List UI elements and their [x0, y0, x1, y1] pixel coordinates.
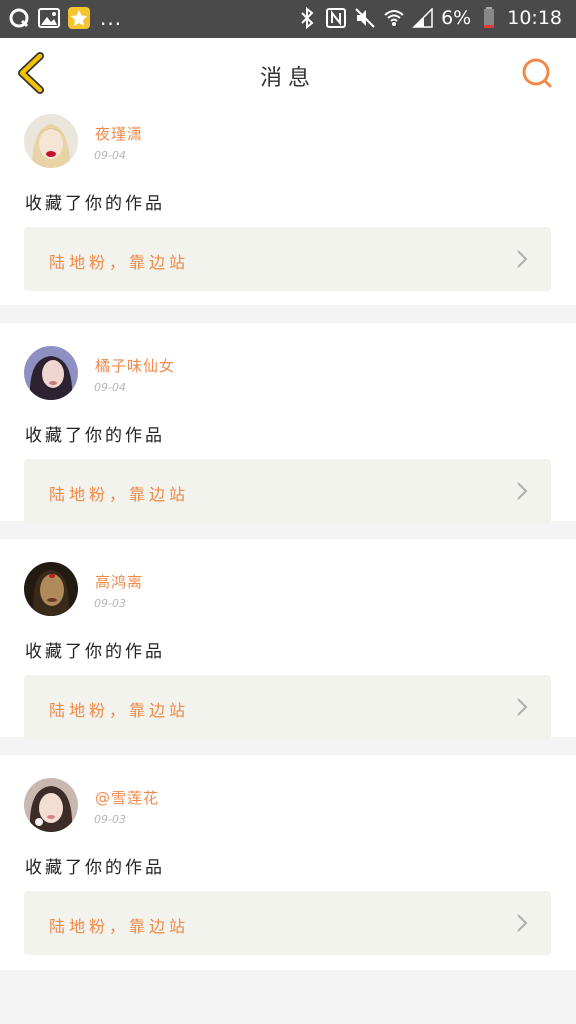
status-left: ... — [8, 7, 122, 29]
work-title: 陆地粉，靠边站 — [49, 253, 190, 272]
message-card: 橘子味仙女 09-04 收藏了你的作品 陆地粉，靠边站 — [0, 323, 576, 523]
message-card: 夜瑾潇 09-04 收藏了你的作品 陆地粉，靠边站 — [0, 107, 576, 305]
avatar[interactable] — [24, 778, 78, 832]
message-date: 09-04 — [94, 149, 126, 162]
work-link[interactable]: 陆地粉，靠边站 — [24, 891, 551, 955]
chevron-right-icon — [517, 698, 528, 716]
top-navigation-bar: 消息 — [0, 38, 576, 108]
work-link[interactable]: 陆地粉，靠边站 — [24, 675, 551, 739]
search-button[interactable] — [520, 56, 554, 90]
username[interactable]: 高鸿离 — [95, 571, 143, 592]
message-date: 09-04 — [94, 381, 126, 394]
action-text: 收藏了你的作品 — [25, 642, 165, 662]
search-icon — [522, 58, 552, 88]
action-text: 收藏了你的作品 — [25, 858, 165, 878]
action-text: 收藏了你的作品 — [25, 426, 165, 446]
nfc-icon — [325, 7, 347, 29]
message-list: 夜瑾潇 09-04 收藏了你的作品 陆地粉，靠边站 橘子味仙女 09-04 收藏… — [0, 107, 576, 970]
avatar[interactable] — [24, 562, 78, 616]
message-card: 高鸿离 09-03 收藏了你的作品 陆地粉，靠边站 — [0, 539, 576, 739]
app-star-notification-icon — [68, 7, 90, 29]
battery-icon — [478, 7, 500, 29]
more-notifications-indicator: ... — [100, 6, 123, 30]
action-text: 收藏了你的作品 — [25, 194, 165, 214]
mute-icon — [354, 7, 376, 29]
divider — [0, 521, 576, 539]
username[interactable]: @雪莲花 — [95, 787, 159, 808]
work-link[interactable]: 陆地粉，靠边站 — [24, 459, 551, 523]
chevron-right-icon — [517, 250, 528, 268]
page-title: 消息 — [259, 66, 316, 91]
message-card: @雪莲花 09-03 收藏了你的作品 陆地粉，靠边站 — [0, 755, 576, 970]
username[interactable]: 橘子味仙女 — [95, 355, 175, 376]
signal-icon — [412, 7, 434, 29]
avatar[interactable] — [24, 346, 78, 400]
username[interactable]: 夜瑾潇 — [95, 123, 143, 144]
work-title: 陆地粉，靠边站 — [49, 701, 190, 720]
avatar[interactable] — [24, 114, 78, 168]
status-right: 6% 10:18 — [296, 7, 562, 29]
status-bar: ... 6% 10:18 — [0, 0, 576, 38]
clock: 10:18 — [507, 7, 562, 29]
message-date: 09-03 — [94, 813, 126, 826]
wifi-icon — [383, 7, 405, 29]
message-date: 09-03 — [94, 597, 126, 610]
divider — [0, 737, 576, 755]
work-link[interactable]: 陆地粉，靠边站 — [24, 227, 551, 291]
bluetooth-icon — [296, 7, 318, 29]
image-notification-icon — [38, 7, 60, 29]
work-title: 陆地粉，靠边站 — [49, 917, 190, 936]
divider — [0, 305, 576, 323]
qq-notification-icon — [8, 7, 30, 29]
work-title: 陆地粉，靠边站 — [49, 485, 190, 504]
chevron-right-icon — [517, 482, 528, 500]
chevron-right-icon — [517, 914, 528, 932]
battery-percent: 6% — [441, 7, 472, 29]
